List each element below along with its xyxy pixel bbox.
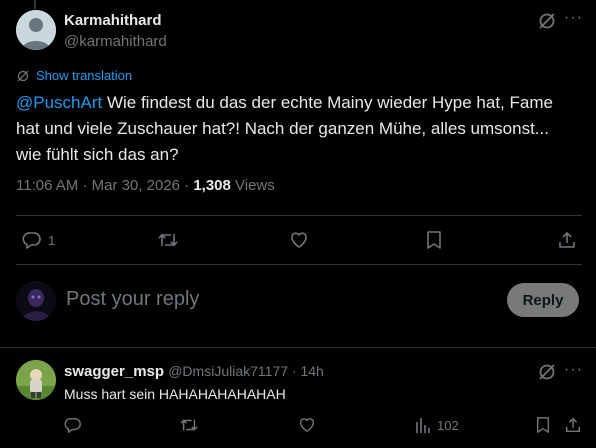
repost-button[interactable] [179,416,199,434]
reply-author-avatar[interactable] [16,360,56,400]
repost-icon [158,233,178,247]
reply-author-name[interactable]: swagger_msp [64,363,164,380]
share-icon [565,417,581,433]
divider [16,264,582,265]
reply-submit-button[interactable]: Reply [507,283,579,317]
author-name[interactable]: Karmahithard [64,12,162,29]
character-avatar-icon [16,360,56,400]
grok-icon[interactable] [537,11,557,31]
author-handle[interactable]: @karmahithard [64,33,167,50]
reply-button[interactable]: 1 [22,230,55,250]
mention-link[interactable]: @PuschArt [16,93,102,112]
post-timestamp[interactable]: 11:06 AM · Mar 30, 2026 · [16,177,193,194]
divider [0,347,596,348]
reply-count: 1 [48,232,56,248]
bookmark-icon [427,231,441,249]
grok-icon[interactable] [537,362,557,382]
more-icon[interactable]: ··· [564,9,583,27]
share-button[interactable] [564,416,582,434]
like-icon [299,418,315,433]
reply-text: Muss hart sein HAHAHAHAHAHAH [64,386,286,402]
translate-icon [17,70,29,81]
views-button[interactable]: 102 [415,416,459,434]
reply-input[interactable]: Post your reply [66,288,199,311]
like-button[interactable] [298,416,316,434]
repost-icon [180,419,198,431]
bookmark-button[interactable] [425,230,443,250]
like-icon [291,232,307,248]
repost-button[interactable] [157,230,179,250]
meta-separator: · [288,363,301,379]
post-meta: 11:06 AM · Mar 30, 2026 · 1,308 Views [16,177,275,194]
default-avatar-icon [16,10,56,50]
bookmark-icon [536,417,550,433]
share-button[interactable] [557,230,577,250]
bookmark-button[interactable] [535,416,551,434]
reply-author-handle[interactable]: @DmsiJuliak71177 [168,363,288,379]
divider [16,215,582,216]
avatar[interactable] [16,10,56,50]
reply-icon [64,417,81,433]
show-translation-label: Show translation [36,68,133,83]
more-icon[interactable]: ··· [564,361,583,379]
post-text: @PuschArt Wie findest du das der echte M… [16,90,578,168]
reply-icon [22,232,41,249]
composer-avatar [16,281,56,321]
views-label: Views [230,177,275,194]
reply-button[interactable] [64,416,82,434]
share-icon [559,231,575,248]
views-count: 102 [437,417,459,433]
like-button[interactable] [289,230,309,250]
views-count: 1,308 [193,177,231,194]
reply-timestamp[interactable]: 14h [300,363,323,379]
reply-header: swagger_msp @DmsiJuliak71177 · 14h [64,363,324,380]
show-translation-link[interactable]: Show translation [16,68,132,83]
views-icon [416,418,430,433]
user-avatar-icon [16,281,56,321]
thread-connector-line [34,0,36,9]
